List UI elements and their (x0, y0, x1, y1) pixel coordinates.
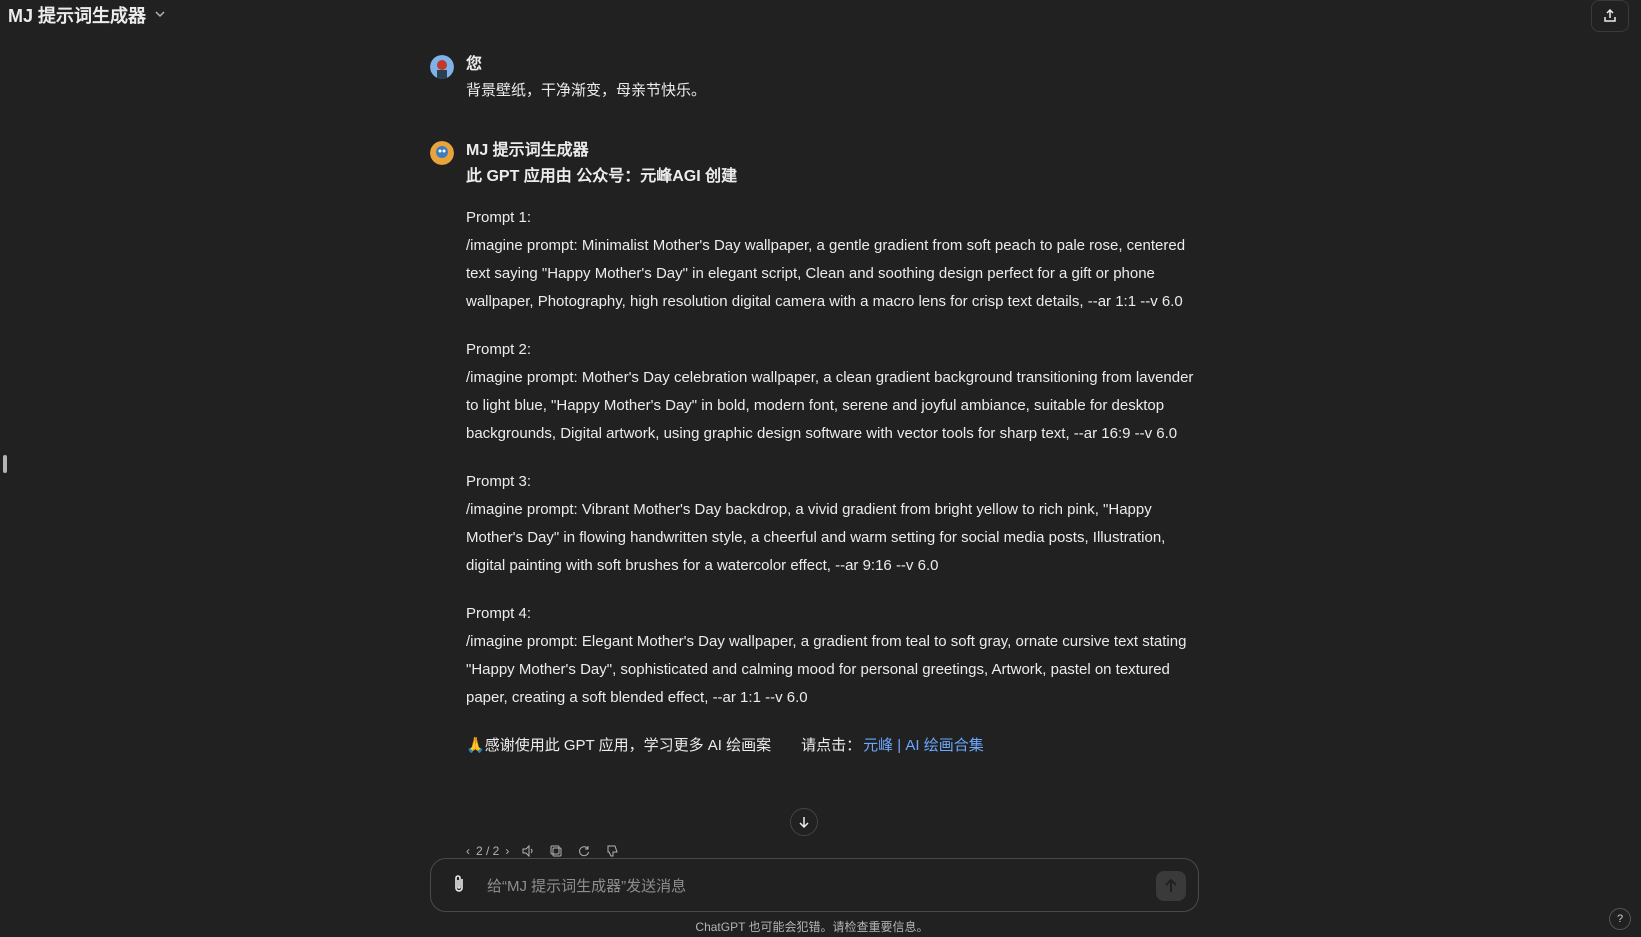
user-message-text: 背景壁纸，干净渐变，母亲节快乐。 (466, 82, 707, 99)
assistant-message: MJ 提示词生成器 此 GPT 应用由 公众号：元峰AGI 创建 Prompt … (430, 138, 1200, 760)
send-button[interactable] (1156, 871, 1186, 901)
gpt-avatar (430, 141, 454, 165)
scroll-to-bottom-button[interactable] (790, 808, 818, 836)
pager-text: 2 / 2 (476, 844, 500, 858)
next-response-button[interactable]: › (505, 844, 509, 858)
pray-emoji: 🙏 (466, 737, 485, 754)
arrow-up-icon (1165, 878, 1177, 892)
prompt-block: Prompt 1: /imagine prompt: Minimalist Mo… (466, 204, 1200, 316)
model-selector[interactable]: MJ 提示词生成器 (8, 2, 166, 28)
prev-response-button[interactable]: ‹ (466, 844, 470, 858)
assistant-author: MJ 提示词生成器 (466, 142, 589, 159)
prompt-label: Prompt 4: (466, 605, 532, 622)
prompt-text: /imagine prompt: Mother's Day celebratio… (466, 369, 1194, 442)
share-icon (1604, 8, 1616, 22)
assistant-subtitle: 此 GPT 应用由 公众号：元峰AGI 创建 (466, 168, 738, 185)
attach-file-button[interactable] (447, 873, 471, 897)
chevron-down-icon (154, 8, 166, 23)
arrow-down-icon (799, 817, 809, 829)
message-input[interactable] (485, 871, 1109, 901)
prompt-text: /imagine prompt: Minimalist Mother's Day… (466, 237, 1186, 310)
message-composer (430, 858, 1199, 912)
share-button[interactable] (1591, 0, 1629, 32)
prompt-text: /imagine prompt: Elegant Mother's Day wa… (466, 633, 1187, 706)
prompt-block: Prompt 4: /imagine prompt: Elegant Mothe… (466, 600, 1200, 712)
ai-art-collection-link[interactable]: 元峰 | AI 绘画合集 (863, 732, 984, 760)
top-bar: MJ 提示词生成器 (0, 0, 1641, 32)
prompt-label: Prompt 1: (466, 209, 532, 226)
user-avatar (430, 55, 454, 79)
response-pager: ‹ 2 / 2 › (466, 844, 509, 858)
user-author: 您 (466, 56, 483, 73)
disclaimer-text: ChatGPT 也可能会犯错。请检查重要信息。 (695, 920, 929, 934)
conversation: 您 背景壁纸，干净渐变，母亲节快乐。 MJ 提示词生成器 此 GPT 应用由 公… (430, 52, 1200, 760)
app-title: MJ 提示词生成器 (8, 6, 147, 26)
paperclip-icon (455, 875, 463, 892)
thanks-text: 感谢使用此 GPT 应用，学习更多 AI 绘画案 (484, 737, 772, 754)
thanks-text-after: 请点击： (801, 737, 862, 754)
help-button[interactable]: ? (1609, 908, 1631, 930)
prompt-block: Prompt 3: /imagine prompt: Vibrant Mothe… (466, 468, 1200, 580)
prompt-label: Prompt 2: (466, 341, 532, 358)
prompt-label: Prompt 3: (466, 473, 532, 490)
thanks-line: 🙏 感谢使用此 GPT 应用，学习更多 AI 绘画案 请点击： 元峰 | AI … (466, 732, 1200, 760)
prompt-text: /imagine prompt: Vibrant Mother's Day ba… (466, 501, 1166, 574)
prompt-block: Prompt 2: /imagine prompt: Mother's Day … (466, 336, 1200, 448)
sidebar-toggle-handle[interactable] (3, 455, 7, 473)
user-message: 您 背景壁纸，干净渐变，母亲节快乐。 (430, 52, 1200, 104)
